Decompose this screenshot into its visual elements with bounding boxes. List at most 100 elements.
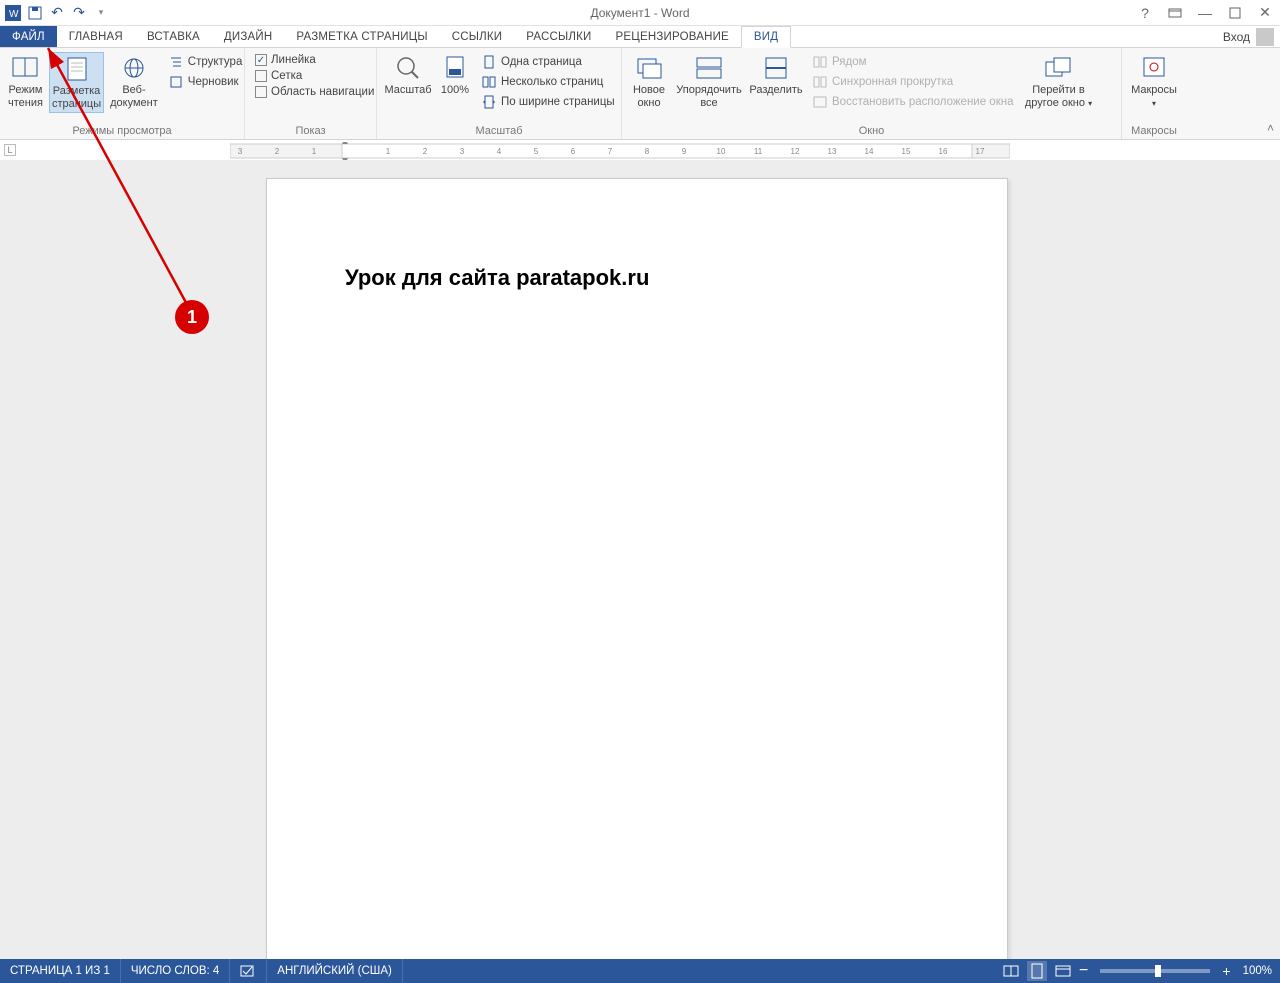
- zoom-100-icon: [439, 54, 471, 82]
- reset-window-button[interactable]: Восстановить расположение окна: [812, 94, 1013, 110]
- svg-text:14: 14: [865, 147, 874, 156]
- svg-text:15: 15: [902, 147, 911, 156]
- save-icon[interactable]: [26, 4, 44, 22]
- zoom-out-button[interactable]: −: [1079, 962, 1088, 980]
- zoom-level[interactable]: 100%: [1243, 965, 1272, 977]
- svg-text:17: 17: [976, 147, 985, 156]
- page-width-button[interactable]: По ширине страницы: [481, 94, 615, 110]
- group-show: ✓Линейка Сетка Область навигации Показ: [245, 48, 377, 139]
- ribbon-tabs: ФАЙЛ ГЛАВНАЯ ВСТАВКА ДИЗАЙН РАЗМЕТКА СТР…: [0, 26, 1280, 48]
- quick-access-toolbar: W ↶ ↷ ▾: [0, 4, 110, 22]
- tab-review[interactable]: РЕЦЕНЗИРОВАНИЕ: [604, 26, 741, 47]
- tab-insert[interactable]: ВСТАВКА: [135, 26, 212, 47]
- ribbon: Режим чтения Разметка страницы Веб-докум…: [0, 48, 1280, 140]
- navpane-label: Область навигации: [271, 86, 374, 98]
- document-text[interactable]: Урок для сайта paratapok.ru: [345, 265, 649, 291]
- print-layout-button[interactable]: Разметка страницы: [49, 52, 104, 113]
- help-icon[interactable]: ?: [1134, 2, 1156, 24]
- web-layout-view-icon[interactable]: [1053, 961, 1073, 981]
- reset-window-label: Восстановить расположение окна: [832, 96, 1013, 108]
- window-controls: ? — ✕: [1134, 2, 1276, 24]
- qat-dropdown-icon[interactable]: ▾: [92, 4, 110, 22]
- print-layout-view-icon[interactable]: [1027, 961, 1047, 981]
- split-button[interactable]: Разделить: [748, 52, 804, 99]
- arrange-all-button[interactable]: Упорядочить все: [674, 52, 744, 111]
- read-mode-view-icon[interactable]: [1001, 961, 1021, 981]
- close-icon[interactable]: ✕: [1254, 2, 1276, 24]
- horizontal-ruler[interactable]: 321 1234 5678 9101112 13141516 17: [230, 142, 1010, 160]
- ribbon-options-icon[interactable]: [1164, 2, 1186, 24]
- tab-references[interactable]: ССЫЛКИ: [440, 26, 515, 47]
- web-layout-button[interactable]: Веб-документ: [108, 52, 160, 111]
- document-area[interactable]: Урок для сайта paratapok.ru: [0, 160, 1280, 959]
- group-zoom: Масштаб 100% Одна страница Несколько стр…: [377, 48, 622, 139]
- zoom-icon: [392, 54, 424, 82]
- switch-windows-button[interactable]: Перейти в другое окно ▾: [1021, 52, 1095, 111]
- minimize-icon[interactable]: —: [1194, 2, 1216, 24]
- page-width-label: По ширине страницы: [501, 96, 615, 108]
- group-show-label: Показ: [251, 123, 370, 137]
- svg-text:1: 1: [312, 147, 317, 156]
- web-layout-label: Веб-документ: [110, 84, 158, 109]
- status-language[interactable]: АНГЛИЙСКИЙ (США): [267, 959, 403, 983]
- zoom-100-button[interactable]: 100%: [437, 52, 473, 99]
- status-word-count[interactable]: ЧИСЛО СЛОВ: 4: [121, 959, 230, 983]
- svg-text:12: 12: [791, 147, 800, 156]
- word-icon: W: [4, 4, 22, 22]
- annotation-marker-1: 1: [175, 300, 209, 334]
- switch-windows-label: Перейти в другое окно ▾: [1023, 84, 1093, 109]
- svg-text:7: 7: [608, 147, 613, 156]
- new-window-button[interactable]: Новое окно: [628, 52, 670, 111]
- multi-page-button[interactable]: Несколько страниц: [481, 74, 615, 90]
- svg-text:9: 9: [682, 147, 687, 156]
- draft-icon: [168, 74, 184, 90]
- tab-view[interactable]: ВИД: [741, 26, 791, 48]
- tab-home[interactable]: ГЛАВНАЯ: [57, 26, 135, 47]
- sync-scroll-icon: [812, 74, 828, 90]
- redo-icon[interactable]: ↷: [70, 4, 88, 22]
- sync-scroll-button[interactable]: Синхронная прокрутка: [812, 74, 1013, 90]
- sync-scroll-label: Синхронная прокрутка: [832, 76, 953, 88]
- statusbar: СТРАНИЦА 1 ИЗ 1 ЧИСЛО СЛОВ: 4 АНГЛИЙСКИЙ…: [0, 959, 1280, 983]
- read-mode-button[interactable]: Режим чтения: [6, 52, 45, 111]
- tab-file[interactable]: ФАЙЛ: [0, 26, 57, 47]
- draft-label: Черновик: [188, 76, 239, 88]
- collapse-ribbon-icon[interactable]: ˄: [1267, 121, 1274, 135]
- maximize-icon[interactable]: [1224, 2, 1246, 24]
- zoom-in-button[interactable]: +: [1222, 963, 1230, 979]
- new-window-label: Новое окно: [630, 84, 668, 109]
- multi-page-icon: [481, 74, 497, 90]
- ruler-checkbox[interactable]: ✓Линейка: [255, 54, 374, 66]
- undo-icon[interactable]: ↶: [48, 4, 66, 22]
- page-width-icon: [481, 94, 497, 110]
- macros-button[interactable]: Макросы ▾: [1128, 52, 1180, 111]
- tab-design[interactable]: ДИЗАЙН: [212, 26, 284, 47]
- one-page-label: Одна страница: [501, 56, 582, 68]
- tab-mailings[interactable]: РАССЫЛКИ: [514, 26, 603, 47]
- status-page[interactable]: СТРАНИЦА 1 ИЗ 1: [0, 959, 121, 983]
- split-icon: [760, 54, 792, 82]
- svg-text:11: 11: [754, 147, 763, 156]
- side-by-side-button[interactable]: Рядом: [812, 54, 1013, 70]
- tabs-right: Вход: [1223, 26, 1280, 47]
- one-page-button[interactable]: Одна страница: [481, 54, 615, 70]
- draft-button[interactable]: Черновик: [168, 74, 243, 90]
- svg-text:4: 4: [497, 147, 502, 156]
- document-page[interactable]: Урок для сайта paratapok.ru: [266, 178, 1008, 959]
- tab-layout[interactable]: РАЗМЕТКА СТРАНИЦЫ: [284, 26, 439, 47]
- ruler-corner[interactable]: L: [4, 144, 16, 156]
- avatar-icon[interactable]: [1256, 28, 1274, 46]
- login-link[interactable]: Вход: [1223, 30, 1250, 44]
- gridlines-label: Сетка: [271, 70, 302, 82]
- outline-button[interactable]: Структура: [168, 54, 243, 70]
- zoom-slider[interactable]: [1100, 969, 1210, 973]
- zoom-100-label: 100%: [441, 84, 469, 97]
- gridlines-checkbox[interactable]: Сетка: [255, 70, 374, 82]
- split-label: Разделить: [749, 84, 802, 97]
- one-page-icon: [481, 54, 497, 70]
- status-proofing[interactable]: [230, 959, 267, 983]
- zoom-button[interactable]: Масштаб: [383, 52, 433, 99]
- web-layout-icon: [118, 54, 150, 82]
- navpane-checkbox[interactable]: Область навигации: [255, 86, 374, 98]
- svg-text:5: 5: [534, 147, 539, 156]
